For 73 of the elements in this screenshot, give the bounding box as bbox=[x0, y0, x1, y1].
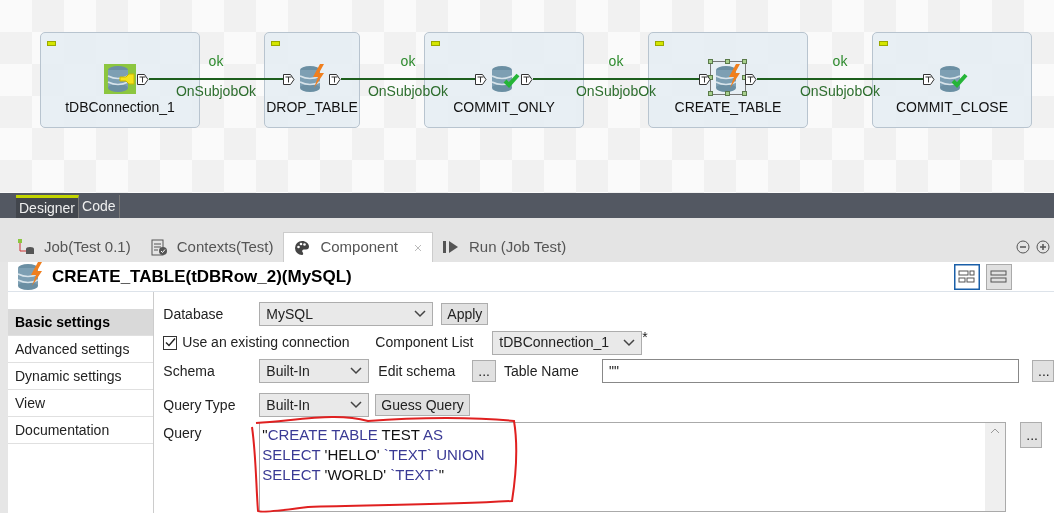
editor-tab[interactable]: Designer bbox=[16, 195, 80, 218]
view-tab[interactable]: Run (Job Test) bbox=[433, 232, 577, 262]
clipboard-icon bbox=[150, 238, 167, 256]
field-label: Component List bbox=[375, 333, 475, 352]
component-node[interactable] bbox=[264, 32, 360, 128]
list-layout-icon[interactable] bbox=[986, 263, 1012, 290]
node-label: CREATE_TABLE bbox=[673, 98, 783, 117]
edit-schema-button[interactable]: ... bbox=[472, 360, 496, 382]
view-tab[interactable]: Job(Test 0.1) bbox=[8, 232, 141, 262]
trigger-label: OnSubjobOk bbox=[366, 82, 450, 101]
input-port[interactable] bbox=[475, 74, 487, 85]
chevron-up-icon[interactable] bbox=[990, 428, 1001, 434]
output-port[interactable] bbox=[329, 74, 341, 85]
component-select[interactable]: tDBConnection_1 bbox=[492, 330, 643, 355]
checkbox[interactable] bbox=[163, 335, 178, 350]
query-edit-button[interactable]: ... bbox=[1020, 422, 1043, 448]
field-label: Database bbox=[163, 304, 225, 324]
node-label: COMMIT_CLOSE bbox=[895, 98, 1009, 117]
editor-tab[interactable]: Code bbox=[79, 195, 120, 218]
schema-select[interactable]: Built-In bbox=[259, 359, 370, 383]
link-label: ok bbox=[831, 52, 849, 71]
minimize-icon[interactable] bbox=[1016, 240, 1030, 254]
input-port[interactable] bbox=[923, 74, 935, 85]
field-label: Query Type bbox=[163, 395, 237, 415]
query-type-select[interactable]: Built-In bbox=[259, 393, 370, 417]
sidebar-item[interactable]: Documentation bbox=[8, 417, 154, 444]
output-port[interactable] bbox=[745, 74, 757, 85]
maximize-icon[interactable] bbox=[1036, 240, 1050, 254]
table-name-field[interactable]: "" bbox=[602, 359, 1019, 383]
database-select[interactable]: MySQL bbox=[259, 302, 434, 326]
field-label: Query bbox=[163, 424, 203, 443]
run-icon bbox=[443, 240, 459, 254]
view-tab[interactable]: Contexts(Test) bbox=[140, 232, 284, 262]
field-label: Schema bbox=[163, 361, 216, 381]
chevron-down-icon bbox=[623, 338, 636, 347]
trigger-label: OnSubjobOk bbox=[798, 82, 882, 101]
view-tab[interactable]: Component bbox=[283, 232, 433, 262]
trigger-label: OnSubjobOk bbox=[174, 82, 258, 101]
input-port[interactable] bbox=[283, 74, 295, 85]
field-label: Table Name bbox=[504, 361, 580, 381]
grid-layout-icon[interactable] bbox=[954, 263, 980, 290]
sidebar-item[interactable]: Basic settings bbox=[8, 309, 154, 336]
query-editor[interactable]: "CREATE TABLE TEST AS SELECT 'HELLO' `TEXT` UNION SELECT 'WORLD' `TEXT`" bbox=[259, 422, 1007, 512]
link-label: ok bbox=[399, 52, 417, 71]
link-label: ok bbox=[207, 52, 225, 71]
sidebar-item[interactable]: Dynamic settings bbox=[8, 363, 154, 390]
input-port[interactable] bbox=[699, 74, 711, 85]
output-port[interactable] bbox=[521, 74, 533, 85]
checkbox-label: Use an existing connection bbox=[182, 333, 351, 352]
link-label: ok bbox=[607, 52, 625, 71]
guess-query-button[interactable]: Guess Query bbox=[375, 394, 470, 416]
query-line: "CREATE TABLE TEST AS bbox=[262, 425, 445, 445]
sidebar-item[interactable]: View bbox=[8, 390, 154, 417]
chevron-down-icon bbox=[414, 310, 427, 318]
node-label: DROP_TABLE bbox=[265, 98, 359, 117]
query-line: SELECT 'HELLO' `TEXT` UNION bbox=[262, 445, 486, 465]
key-database-icon bbox=[104, 64, 136, 94]
chevron-down-icon bbox=[350, 401, 363, 409]
output-port[interactable] bbox=[137, 74, 149, 85]
field-label: Edit schema bbox=[378, 361, 457, 381]
node-label: tDBConnection_1 bbox=[64, 98, 176, 117]
required-marker: * bbox=[642, 328, 648, 347]
job-icon bbox=[18, 239, 34, 255]
query-line: SELECT 'WORLD' `TEXT`" bbox=[262, 465, 445, 485]
trigger-label: OnSubjobOk bbox=[574, 82, 658, 101]
sidebar-item[interactable]: Advanced settings bbox=[8, 336, 154, 363]
apply-button[interactable]: Apply bbox=[441, 303, 489, 325]
chevron-down-icon bbox=[350, 367, 363, 375]
table-name-button[interactable]: ... bbox=[1032, 360, 1054, 382]
node-label: COMMIT_ONLY bbox=[452, 98, 556, 117]
component-title: CREATE_TABLE(tDBRow_2)(MySQL) bbox=[52, 265, 352, 288]
scrollbar[interactable] bbox=[985, 423, 1006, 511]
palette-icon bbox=[294, 239, 311, 256]
